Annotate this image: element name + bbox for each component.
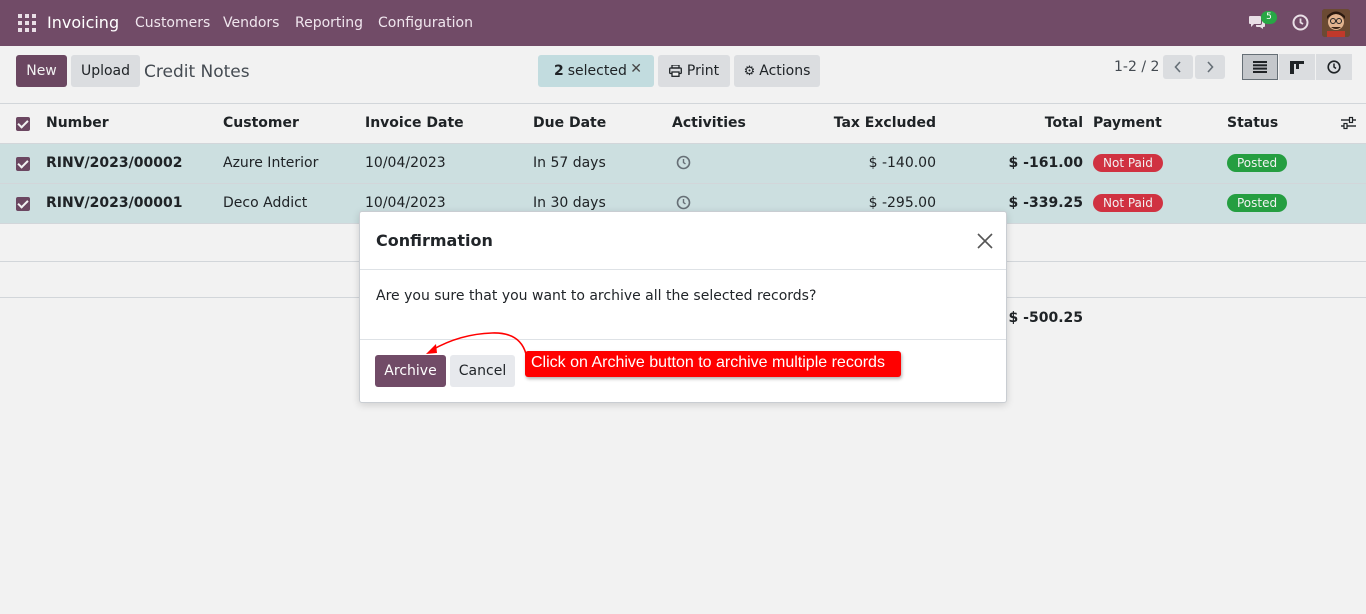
dialog-header: Confirmation [360, 212, 1006, 270]
annotation-callout: Click on Archive button to archive multi… [525, 351, 901, 377]
menu-configuration[interactable]: Configuration [378, 15, 473, 31]
top-navbar: Invoicing Customers Vendors Reporting Co… [0, 0, 1366, 46]
menu-reporting[interactable]: Reporting [295, 15, 363, 31]
close-icon[interactable] [976, 232, 994, 250]
menu-customers[interactable]: Customers [135, 15, 210, 31]
menu-vendors[interactable]: Vendors [223, 15, 279, 31]
user-avatar[interactable] [1322, 9, 1350, 37]
activity-clock-icon[interactable] [1292, 14, 1309, 31]
chat-count-badge: 5 [1261, 11, 1277, 24]
dialog-message: Are you sure that you want to archive al… [376, 288, 817, 304]
dialog-title: Confirmation [376, 231, 493, 250]
annotation-arrow-icon [426, 332, 527, 355]
apps-menu-icon[interactable] [18, 14, 36, 32]
app-title[interactable]: Invoicing [47, 13, 119, 32]
